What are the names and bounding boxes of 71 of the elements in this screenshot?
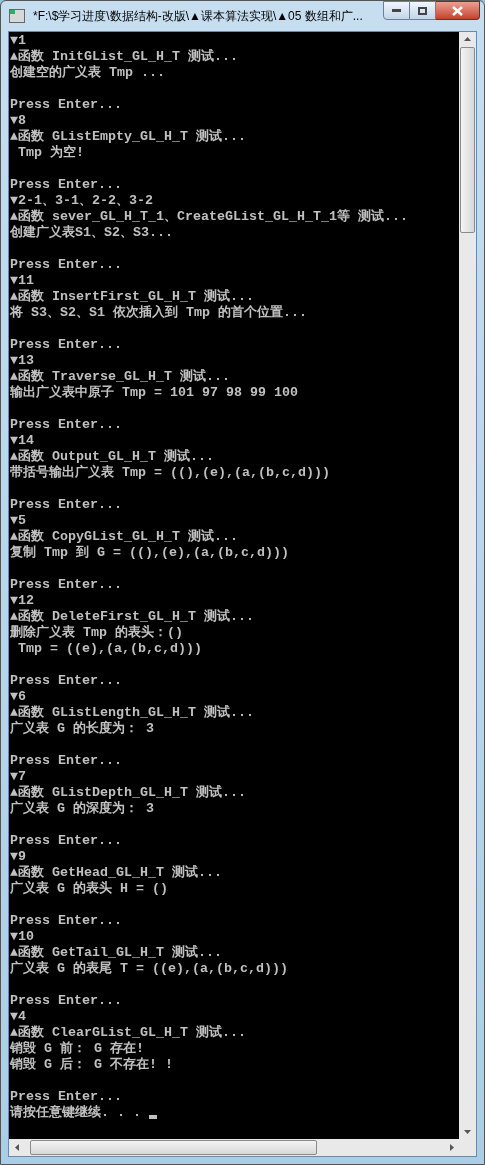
console-line: Press Enter... bbox=[10, 1089, 122, 1105]
console-line: ▼10 bbox=[10, 929, 34, 945]
console-line: ▼13 bbox=[10, 353, 34, 369]
console-line: Press Enter... bbox=[10, 497, 122, 513]
console-line: 将 S3、S2、S1 依次插入到 Tmp 的首个位置... bbox=[10, 305, 307, 321]
scroll-down-arrow-icon[interactable] bbox=[464, 1130, 471, 1134]
console-line: 广义表 G 的表尾 T = ((e),(a,(b,c,d))) bbox=[10, 961, 288, 977]
console-line: Press Enter... bbox=[10, 577, 122, 593]
console-line: ▲函数 GetTail_GL_H_T 测试... bbox=[10, 945, 222, 961]
console-line: 复制 Tmp 到 G = ((),(e),(a,(b,c,d))) bbox=[10, 545, 289, 561]
console-line: ▼7 bbox=[10, 769, 26, 785]
console-line: 带括号输出广义表 Tmp = ((),(e),(a,(b,c,d))) bbox=[10, 465, 330, 481]
console-line: ▲函数 GListLength_GL_H_T 测试... bbox=[10, 705, 254, 720]
console-line: Press Enter... bbox=[10, 673, 122, 689]
console-line: Press Enter... bbox=[10, 833, 122, 849]
console-line: Press Enter... bbox=[10, 97, 122, 113]
console-line: ▲函数 InsertFirst_GL_H_T 测试... bbox=[10, 289, 254, 305]
window-title: *F:\$学习进度\数据结构-改版\▲课本算法实现\▲05 数组和广... bbox=[33, 8, 363, 25]
text-cursor bbox=[149, 1115, 157, 1119]
console-line: ▼4 bbox=[10, 1009, 26, 1025]
console-line: ▲函数 sever_GL_H_T_1、CreateGList_GL_H_T_1等 测试... bbox=[10, 209, 408, 225]
console-line: ▼14 bbox=[10, 433, 34, 449]
horizontal-scrollbar-thumb[interactable] bbox=[30, 1140, 317, 1155]
console-line: Press Enter... bbox=[10, 993, 122, 1009]
console-line: Press Enter... bbox=[10, 913, 122, 929]
console-line: ▼5 bbox=[10, 513, 26, 529]
console-line: ▼6 bbox=[10, 689, 26, 705]
console-line: ▲函数 Traverse_GL_H_T 测试... bbox=[10, 369, 230, 385]
console-line: ▲函数 CopyGList_GL_H_T 测试... bbox=[10, 529, 238, 545]
scroll-left-arrow-icon[interactable] bbox=[15, 1144, 19, 1151]
console-line: Press Enter... bbox=[10, 417, 122, 433]
console-line: ▼1 bbox=[10, 33, 26, 49]
console-line: Press Enter... bbox=[10, 257, 122, 273]
console-line: Press Enter... bbox=[10, 753, 122, 769]
scrollbar-thumb[interactable] bbox=[460, 47, 475, 233]
minimize-button[interactable] bbox=[383, 1, 410, 20]
console-line: ▲函数 ClearGList_GL_H_T 测试... bbox=[10, 1025, 246, 1041]
console-line: 广义表 G 的表头 H = () bbox=[10, 881, 168, 897]
console-line: ▲函数 GetHead_GL_H_T 测试... bbox=[10, 865, 222, 881]
scroll-up-arrow-icon[interactable] bbox=[464, 37, 471, 41]
console-line: Press Enter... bbox=[10, 177, 122, 193]
console-line: 请按任意键继续. . . bbox=[10, 1105, 142, 1121]
console-line: ▲函数 GListDepth_GL_H_T 测试... bbox=[10, 785, 246, 800]
console-line: ▼8 bbox=[10, 113, 26, 129]
console-line: ▲函数 Output_GL_H_T 测试... bbox=[10, 449, 214, 465]
console-line: 输出广义表中原子 Tmp = 101 97 98 99 100 bbox=[10, 385, 298, 401]
close-icon bbox=[452, 5, 463, 16]
console-line: 删除广义表 Tmp 的表头：() bbox=[10, 625, 183, 641]
console-line: ▼11 bbox=[10, 273, 34, 289]
close-button[interactable] bbox=[436, 1, 480, 20]
console-line: 创建空的广义表 Tmp ... bbox=[10, 65, 165, 81]
console-line: ▼9 bbox=[10, 849, 26, 865]
console-line: Press Enter... bbox=[10, 337, 122, 353]
console-line: 销毁 G 前： G 存在! bbox=[10, 1041, 144, 1057]
minimize-icon bbox=[392, 9, 401, 12]
console-line: ▼12 bbox=[10, 593, 34, 609]
console-line: 广义表 G 的长度为： 3 bbox=[10, 721, 154, 737]
console-line: ▲函数 InitGList_GL_H_T 测试... bbox=[10, 49, 238, 65]
scroll-right-arrow-icon[interactable] bbox=[450, 1144, 454, 1151]
console-line: ▼2-1、3-1、2-2、3-2 bbox=[10, 193, 153, 209]
console-line: Tmp 为空! bbox=[17, 145, 84, 161]
console-line: Tmp = ((e),(a,(b,c,d))) bbox=[17, 641, 202, 657]
maximize-icon bbox=[418, 6, 427, 15]
vertical-scrollbar[interactable] bbox=[459, 32, 476, 1139]
maximize-button[interactable] bbox=[410, 1, 436, 20]
console-line: ▲函数 DeleteFirst_GL_H_T 测试... bbox=[10, 609, 254, 625]
console-line: 广义表 G 的深度为： 3 bbox=[10, 801, 154, 817]
console-line: ▲函数 GListEmpty_GL_H_T 测试... bbox=[10, 129, 246, 145]
console-app-icon bbox=[9, 9, 25, 23]
console-line: 创建广义表S1、S2、S3... bbox=[10, 225, 173, 241]
console-line: 销毁 G 后： G 不存在! ! bbox=[10, 1057, 173, 1073]
